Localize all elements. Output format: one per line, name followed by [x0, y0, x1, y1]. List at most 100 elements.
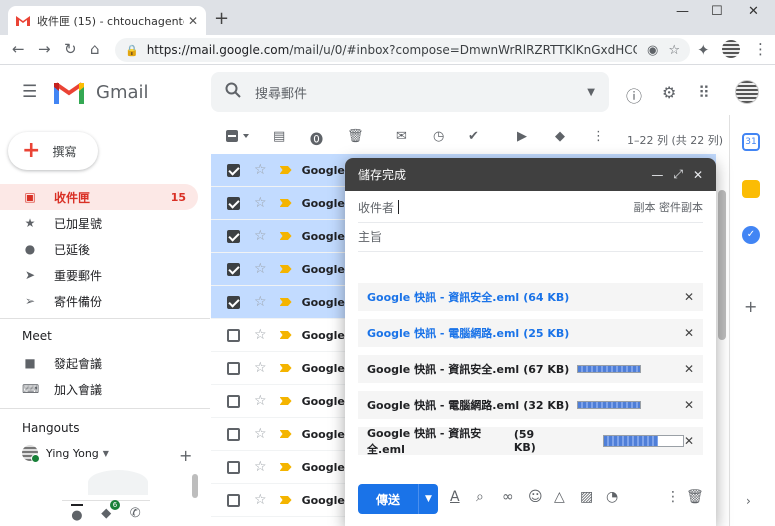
- emoji-icon[interactable]: ☺: [528, 489, 543, 505]
- attachment-item[interactable]: Google 快訊 - 電腦網路.eml (25 KB) ✕: [358, 319, 703, 347]
- attachment-item[interactable]: Google 快訊 - 資訊安全.eml (64 KB) ✕: [358, 283, 703, 311]
- chat-icon[interactable]: ◆: [101, 506, 111, 521]
- to-field[interactable]: 收件者 副本 密件副本: [358, 192, 703, 223]
- row-checkbox[interactable]: [227, 460, 240, 474]
- sidebar-item-starred[interactable]: ★ 已加星號: [0, 210, 198, 236]
- star-icon[interactable]: ☆: [254, 327, 267, 343]
- more-options-icon[interactable]: ⋮: [592, 129, 605, 144]
- star-icon[interactable]: ☆: [254, 261, 267, 277]
- attachment-name[interactable]: Google 快訊 - 資訊安全.eml: [367, 425, 510, 457]
- formatting-icon[interactable]: A: [450, 489, 460, 505]
- insert-link-icon[interactable]: ∞: [502, 489, 514, 505]
- search-input[interactable]: 搜尋郵件: [255, 83, 587, 102]
- attachment-name[interactable]: Google 快訊 - 資訊安全.eml: [367, 361, 519, 377]
- confidential-mode-icon[interactable]: ◔: [606, 489, 618, 505]
- mark-read-icon[interactable]: ✉: [396, 129, 407, 144]
- report-spam-icon[interactable]: ⓿: [310, 129, 323, 148]
- hangouts-user[interactable]: Ying Yong ▼: [22, 445, 109, 463]
- chevron-down-icon[interactable]: ▼: [103, 449, 109, 458]
- importance-marker-icon[interactable]: [279, 463, 292, 471]
- discard-draft-icon[interactable]: 🗑: [686, 489, 704, 505]
- browser-menu-icon[interactable]: ⋮: [753, 40, 768, 58]
- new-tab-icon[interactable]: +: [214, 8, 229, 29]
- row-checkbox[interactable]: [227, 196, 240, 210]
- apps-grid-icon[interactable]: ⠿: [698, 83, 710, 102]
- star-icon[interactable]: ☆: [254, 162, 267, 178]
- get-addons-icon[interactable]: +: [744, 297, 757, 316]
- tasks-icon[interactable]: ✓: [742, 226, 760, 244]
- attachment-name[interactable]: Google 快訊 - 資訊安全.eml: [367, 289, 519, 305]
- archive-icon[interactable]: ▤: [273, 129, 285, 144]
- insert-photo-icon[interactable]: ▨: [580, 489, 593, 505]
- add-chat-icon[interactable]: +: [179, 446, 192, 465]
- attachment-name[interactable]: Google 快訊 - 電腦網路.eml: [367, 325, 519, 341]
- phone-icon[interactable]: ✆: [130, 506, 141, 521]
- compose-header[interactable]: 儲存完成 — ⤢ ✕: [345, 158, 716, 191]
- close-window-icon[interactable]: ✕: [748, 4, 759, 19]
- account-avatar[interactable]: [735, 80, 759, 104]
- sidebar-item-join-meeting[interactable]: ⌨ 加入會議: [0, 376, 198, 402]
- more-options-icon[interactable]: ⋮: [666, 489, 680, 505]
- eye-icon[interactable]: ◉: [647, 43, 658, 58]
- importance-marker-icon[interactable]: [279, 199, 292, 207]
- remove-attachment-icon[interactable]: ✕: [684, 326, 694, 340]
- add-task-icon[interactable]: ✔: [468, 129, 479, 144]
- remove-attachment-icon[interactable]: ✕: [684, 398, 694, 412]
- importance-marker-icon[interactable]: [279, 166, 292, 174]
- back-icon[interactable]: ←: [12, 40, 25, 58]
- row-checkbox[interactable]: [227, 394, 240, 408]
- subject-field[interactable]: 主旨: [358, 221, 703, 252]
- row-checkbox[interactable]: [227, 229, 240, 243]
- row-checkbox[interactable]: [227, 493, 240, 507]
- star-icon[interactable]: ☆: [254, 393, 267, 409]
- importance-marker-icon[interactable]: [279, 298, 292, 306]
- maximize-window-icon[interactable]: ☐: [711, 4, 723, 19]
- forward-icon[interactable]: →: [38, 40, 51, 58]
- select-all-checkbox[interactable]: [225, 129, 251, 147]
- attachment-item[interactable]: Google 快訊 - 資訊安全.eml (59 KB) ✕: [358, 425, 703, 457]
- help-icon[interactable]: ⓘ: [626, 83, 642, 107]
- star-icon[interactable]: ☆: [254, 360, 267, 376]
- remove-attachment-icon[interactable]: ✕: [684, 290, 694, 304]
- remove-attachment-icon[interactable]: ✕: [684, 434, 694, 448]
- search-icon[interactable]: [225, 82, 241, 102]
- delete-icon[interactable]: 🗑: [347, 129, 364, 144]
- row-checkbox[interactable]: [227, 163, 240, 177]
- sidebar-item-sent[interactable]: ➢ 寄件備份: [0, 288, 198, 314]
- importance-marker-icon[interactable]: [279, 331, 292, 339]
- label-icon[interactable]: ◆: [555, 129, 565, 144]
- expand-panel-icon[interactable]: ›: [746, 494, 751, 508]
- row-checkbox[interactable]: [227, 295, 240, 309]
- importance-marker-icon[interactable]: [279, 232, 292, 240]
- attach-file-icon[interactable]: ⌕: [476, 489, 484, 505]
- calendar-icon[interactable]: 31: [742, 133, 760, 151]
- move-to-icon[interactable]: ▶: [517, 129, 527, 144]
- reload-icon[interactable]: ↻: [64, 40, 77, 58]
- star-icon[interactable]: ☆: [254, 294, 267, 310]
- minimize-icon[interactable]: —: [651, 168, 663, 182]
- search-options-icon[interactable]: ▼: [587, 87, 595, 98]
- row-checkbox[interactable]: [227, 328, 240, 342]
- importance-marker-icon[interactable]: [279, 397, 292, 405]
- main-scrollbar[interactable]: [718, 190, 726, 340]
- star-icon[interactable]: ☆: [254, 228, 267, 244]
- person-icon[interactable]: ●: [71, 504, 83, 523]
- sidebar-item-inbox[interactable]: ▣ 收件匣 15: [0, 184, 198, 210]
- address-bar[interactable]: 🔒 https://mail.google.com/mail/u/0/#inbo…: [115, 38, 690, 62]
- extensions-icon[interactable]: ✦: [697, 41, 710, 59]
- star-icon[interactable]: ☆: [254, 426, 267, 442]
- importance-marker-icon[interactable]: [279, 364, 292, 372]
- attachment-item[interactable]: Google 快訊 - 電腦網路.eml (32 KB) ✕: [358, 391, 703, 419]
- main-menu-icon[interactable]: ☰: [22, 82, 37, 102]
- browser-tab[interactable]: 收件匣 (15) - chtouchagent@g ✕: [8, 6, 206, 35]
- gmail-logo-icon[interactable]: [54, 80, 84, 104]
- sidebar-item-important[interactable]: ➤ 重要郵件: [0, 262, 198, 288]
- minimize-window-icon[interactable]: —: [676, 4, 689, 19]
- importance-marker-icon[interactable]: [279, 430, 292, 438]
- row-checkbox[interactable]: [227, 262, 240, 276]
- row-checkbox[interactable]: [227, 427, 240, 441]
- home-icon[interactable]: ⌂: [90, 40, 100, 58]
- send-button[interactable]: 傳送 ▼: [358, 484, 438, 514]
- sidebar-item-new-meeting[interactable]: ■ 發起會議: [0, 350, 198, 376]
- keep-icon[interactable]: [742, 180, 760, 198]
